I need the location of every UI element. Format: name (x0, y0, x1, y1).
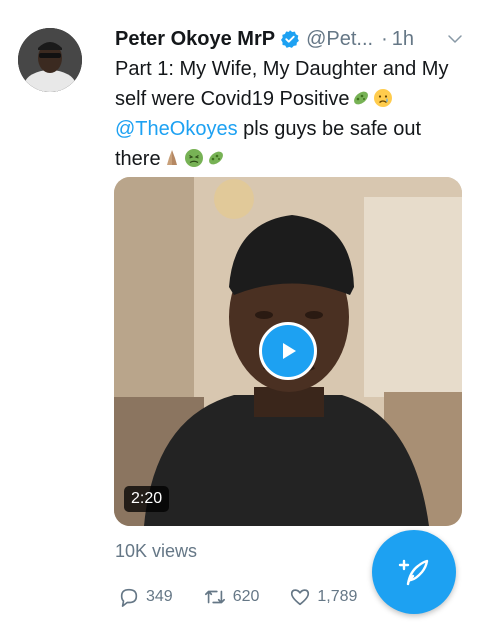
reply-count: 349 (146, 588, 173, 605)
tweet-header: Peter Okoye MrP @Pet... · 1h (115, 23, 466, 55)
separator-dot: · (381, 27, 388, 50)
microbe-emoji (351, 87, 371, 107)
author-handle[interactable]: @Pet... (306, 28, 373, 51)
nauseated-face-emoji (184, 147, 204, 167)
compose-tweet-button[interactable] (372, 530, 456, 614)
reply-button[interactable]: 349 (118, 586, 173, 608)
tweet-text: Part 1: My Wife, My Daughter and My self… (115, 54, 465, 174)
folded-hands-emoji (162, 147, 182, 167)
tweet-text-part1: Part 1: My Wife, My Daughter and My self… (115, 58, 449, 110)
tweet[interactable]: Peter Okoye MrP @Pet... · 1h Part 1: My … (0, 0, 480, 635)
verified-badge-icon (280, 29, 300, 49)
view-count: 10K views (115, 541, 198, 561)
action-bar: 349 620 1,789 (118, 584, 387, 610)
play-icon (283, 343, 296, 359)
video-player[interactable]: 2:20 (114, 177, 462, 526)
retweet-count: 620 (232, 588, 260, 605)
compose-tweet-icon (398, 559, 429, 586)
retweet-button[interactable]: 620 (203, 586, 260, 608)
crying-face-emoji (373, 87, 393, 107)
author-name[interactable]: Peter Okoye MrP (115, 28, 275, 51)
microbe-emoji (206, 147, 226, 167)
video-duration: 2:20 (124, 486, 170, 512)
like-button[interactable]: 1,789 (289, 586, 357, 608)
chevron-down-icon[interactable] (444, 28, 466, 50)
heart-icon (291, 589, 310, 606)
play-button[interactable] (259, 322, 317, 380)
retweet-icon (204, 590, 225, 604)
like-count: 1,789 (317, 588, 358, 605)
reply-icon (120, 588, 138, 607)
avatar[interactable] (18, 28, 82, 92)
timestamp[interactable]: 1h (392, 28, 414, 51)
mention-link[interactable]: @TheOkoyes (115, 118, 238, 140)
